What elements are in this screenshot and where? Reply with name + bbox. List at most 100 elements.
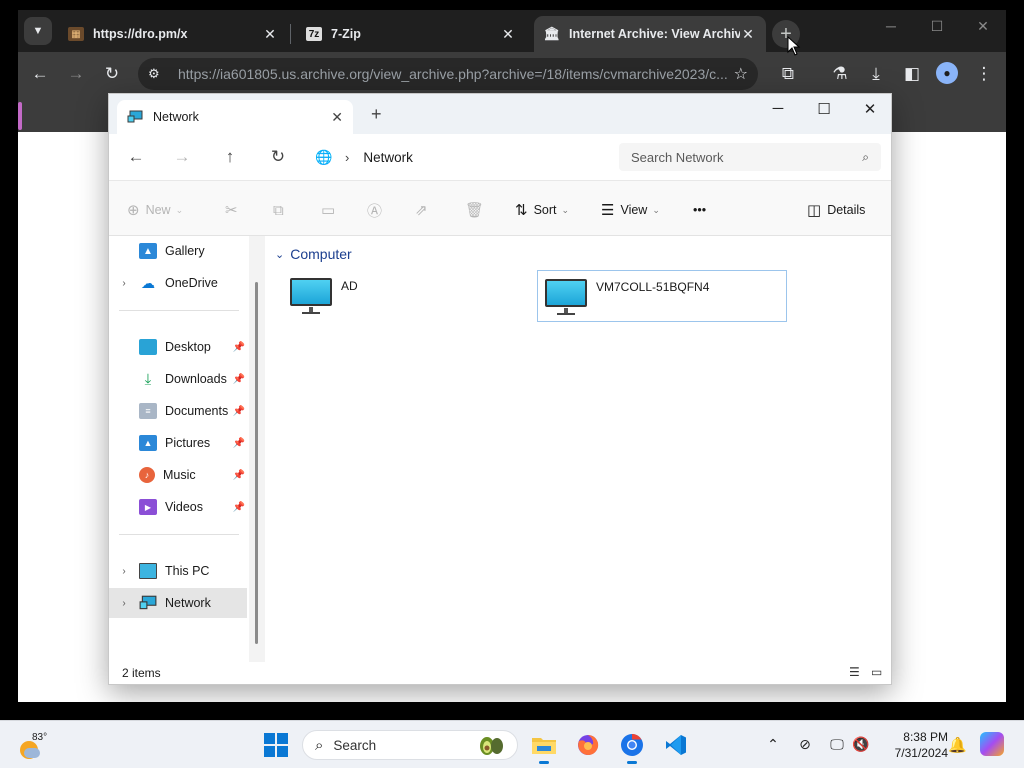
browser-tab-dro[interactable]: ▦ https://dro.pm/x ✕: [58, 16, 288, 52]
back-button[interactable]: ←: [26, 60, 54, 88]
sort-icon: ⇅: [515, 202, 528, 219]
new-button[interactable]: ⊕ New ⌄: [127, 199, 183, 221]
navigation-scrollbar[interactable]: [249, 236, 265, 662]
chevron-right-icon[interactable]: ›: [345, 150, 349, 165]
browser-tab-7zip[interactable]: 7z 7-Zip ✕: [296, 16, 526, 52]
pin-icon[interactable]: 📌: [229, 470, 249, 481]
tiles-view-icon[interactable]: ▭: [871, 665, 882, 679]
display-icon[interactable]: 🖵: [826, 736, 848, 753]
show-hidden-icons-button[interactable]: ⌃: [762, 736, 784, 753]
puzzle-icon: ⧉: [781, 64, 795, 83]
group-header-computer[interactable]: ⌄ Computer: [275, 246, 352, 262]
sidebar-item-downloads[interactable]: ⤓ Downloads 📌: [109, 364, 249, 394]
breadcrumb[interactable]: Network: [363, 150, 413, 165]
notification-bell-icon[interactable]: 🔔: [948, 736, 967, 754]
share-button[interactable]: ⇗: [415, 199, 434, 221]
menu-button[interactable]: ⋮: [970, 60, 998, 88]
pin-icon[interactable]: 📌: [229, 438, 249, 449]
chrome-icon: [621, 734, 643, 756]
sidebar-item-gallery[interactable]: ▲ Gallery: [109, 236, 249, 266]
taskbar: 83° ⌕ Search ⌃ ⊘ 🖵 🔇 8:38 PM 7/31/2024 🔔: [0, 720, 1024, 768]
rename-button[interactable]: Ⓐ: [367, 199, 388, 221]
explorer-up-button[interactable]: ↑: [217, 144, 243, 170]
arrow-right-icon: →: [173, 147, 191, 166]
explorer-refresh-button[interactable]: ↻: [265, 144, 291, 170]
volume-muted-icon[interactable]: 🔇: [850, 736, 872, 753]
taskbar-firefox[interactable]: [572, 730, 604, 760]
downloads-button[interactable]: ⤓: [862, 60, 890, 88]
close-icon[interactable]: ✕: [262, 26, 278, 43]
copy-button[interactable]: ⧉: [273, 199, 290, 221]
explorer-forward-button[interactable]: →: [169, 144, 195, 170]
search-input[interactable]: [631, 149, 863, 165]
sidebar-item-network[interactable]: › Network: [109, 588, 247, 618]
sort-button[interactable]: ⇅ Sort ⌄: [515, 199, 569, 221]
more-options-button[interactable]: •••: [693, 199, 706, 221]
explorer-minimize-button[interactable]: ─: [763, 100, 793, 117]
explorer-new-tab-button[interactable]: +: [371, 104, 382, 125]
network-status-icon[interactable]: ⊘: [794, 736, 816, 753]
cut-button[interactable]: ✂: [225, 199, 244, 221]
scrollbar-thumb[interactable]: [255, 282, 258, 644]
archive-icon: 🏛: [543, 26, 561, 41]
pin-icon[interactable]: 📌: [229, 502, 249, 513]
system-clock[interactable]: 8:38 PM 7/31/2024: [878, 729, 948, 761]
arrow-right-icon: →: [67, 64, 85, 83]
details-button[interactable]: ◫ Details: [807, 199, 865, 221]
explorer-maximize-button[interactable]: ☐: [809, 100, 839, 118]
network-item-vm7coll[interactable]: VM7COLL-51BQFN4: [537, 270, 787, 322]
taskbar-file-explorer[interactable]: [528, 730, 560, 764]
taskbar-search[interactable]: ⌕ Search: [302, 730, 518, 760]
paste-button[interactable]: ▭: [321, 199, 341, 221]
extensions-button[interactable]: ⧉: [774, 60, 802, 88]
labs-button[interactable]: ⚗: [826, 60, 854, 88]
chevron-right-icon[interactable]: ›: [109, 278, 139, 289]
pin-icon[interactable]: 📌: [229, 406, 249, 417]
reload-button[interactable]: ↻: [98, 60, 126, 88]
start-button[interactable]: [264, 733, 288, 757]
sidebar-item-onedrive[interactable]: › ☁ OneDrive: [109, 268, 249, 298]
sidebar-item-documents[interactable]: ≡ Documents 📌: [109, 396, 249, 426]
sidebar-item-music[interactable]: ♪ Music 📌: [109, 460, 249, 490]
explorer-search-box[interactable]: ⌕: [619, 143, 881, 171]
trash-icon: 🗑: [465, 202, 485, 219]
sidebar-item-videos[interactable]: ▶ Videos 📌: [109, 492, 249, 522]
delete-button[interactable]: 🗑: [465, 199, 490, 221]
view-button[interactable]: ☰ View ⌄: [601, 199, 660, 221]
close-icon[interactable]: ✕: [740, 26, 756, 43]
taskbar-vscode[interactable]: [660, 730, 692, 760]
sidebar-item-this-pc[interactable]: › This PC: [109, 556, 249, 586]
explorer-tab-network[interactable]: Network ✕: [117, 100, 353, 134]
maximize-button[interactable]: ☐: [922, 18, 952, 35]
side-panel-button[interactable]: ◧: [898, 60, 926, 88]
star-icon[interactable]: ☆: [734, 64, 748, 84]
close-icon[interactable]: ✕: [500, 26, 516, 43]
sidebar-item-desktop[interactable]: Desktop 📌: [109, 332, 249, 362]
network-item-ad[interactable]: AD: [283, 270, 533, 322]
chevron-right-icon[interactable]: ›: [109, 598, 139, 609]
copilot-icon[interactable]: [980, 732, 1004, 756]
pin-icon[interactable]: 📌: [229, 374, 249, 385]
minimize-button[interactable]: ─: [876, 18, 906, 34]
details-view-icon[interactable]: ☰: [849, 665, 860, 679]
close-icon[interactable]: ✕: [331, 109, 343, 126]
sidebar-item-label: OneDrive: [165, 276, 218, 290]
explorer-close-button[interactable]: ✕: [855, 100, 885, 118]
sidebar-item-pictures[interactable]: ▲ Pictures 📌: [109, 428, 249, 458]
folder-icon: [532, 738, 556, 754]
forward-button[interactable]: →: [62, 60, 90, 88]
pin-icon[interactable]: 📌: [229, 342, 249, 353]
weather-widget[interactable]: 83°: [14, 731, 62, 759]
browser-tab-archive[interactable]: 🏛 Internet Archive: View Archive ✕: [534, 16, 766, 52]
explorer-address-bar[interactable]: 🌐 › Network: [315, 143, 605, 171]
sidebar-item-label: Gallery: [165, 244, 205, 258]
explorer-back-button[interactable]: ←: [123, 144, 149, 170]
address-bar[interactable]: ⚙ https://ia601805.us.archive.org/view_a…: [138, 58, 758, 90]
profile-avatar[interactable]: ●: [936, 62, 958, 84]
site-info-icon[interactable]: ⚙: [148, 66, 170, 82]
taskbar-chrome[interactable]: [616, 730, 648, 764]
close-window-button[interactable]: ✕: [968, 18, 998, 35]
file-view: ⌄ Computer AD VM7COLL-51BQFN4: [265, 236, 891, 662]
chevron-right-icon[interactable]: ›: [109, 566, 139, 577]
tab-search-button[interactable]: ▼: [24, 17, 52, 45]
